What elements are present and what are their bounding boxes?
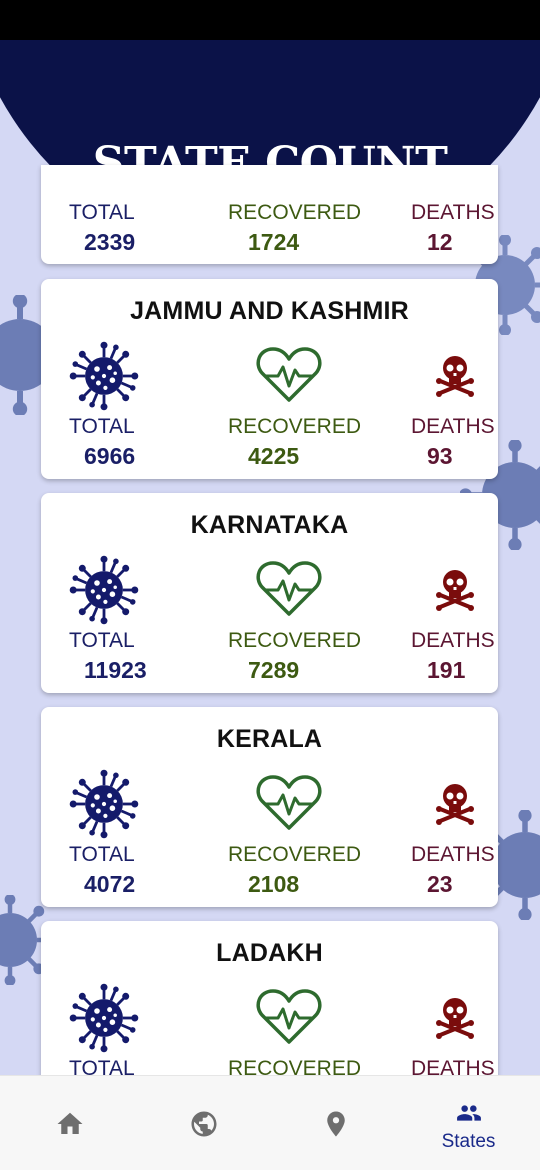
home-icon — [57, 1112, 83, 1134]
recovered-value: 7289 — [248, 657, 300, 683]
state-card[interactable]: LADAKH TOTAL RECOVERED DEATHS — [41, 921, 498, 1075]
globe-icon — [191, 1111, 217, 1137]
total-label: TOTAL — [69, 415, 135, 438]
virus-icon — [69, 769, 139, 839]
recovered-label: RECOVERED — [228, 843, 362, 866]
recovered-value: 4225 — [248, 443, 300, 469]
location-pin-icon — [327, 1111, 345, 1137]
total-value: 4072 — [84, 871, 136, 897]
people-icon — [457, 1105, 481, 1121]
deaths-label: DEATHS — [411, 843, 495, 866]
virus-icon — [69, 341, 139, 411]
total-value: 11923 — [84, 657, 147, 683]
state-card[interactable]: KARNATAKA TOTAL 11923 RECOVERED 7289 DEA… — [41, 493, 498, 693]
deaths-value: 23 — [427, 871, 453, 897]
state-card[interactable]: KERALA TOTAL 4072 RECOVERED 2108 DEATHS … — [41, 707, 498, 907]
nav-states-label: States — [441, 1131, 496, 1152]
deaths-label: DEATHS — [411, 1057, 495, 1075]
state-name: KERALA — [216, 725, 323, 753]
skull-crossbones-icon — [436, 356, 474, 397]
bottom-navigation: States — [0, 1075, 540, 1170]
deaths-label: DEATHS — [411, 201, 495, 224]
state-name: KARNATAKA — [190, 511, 349, 539]
state-name: LADAKH — [216, 939, 323, 967]
heart-pulse-icon — [256, 347, 322, 402]
recovered-label: RECOVERED — [228, 1057, 362, 1075]
state-list[interactable]: TOTAL 2339 RECOVERED 1724 DEATHS 12 JAMM… — [0, 40, 540, 1075]
recovered-value: 1724 — [248, 229, 300, 255]
heart-pulse-icon — [256, 775, 322, 830]
deaths-value: 191 — [427, 657, 466, 683]
state-card[interactable]: JAMMU AND KASHMIR TOTAL 6966 RECOVERED 4… — [41, 279, 498, 479]
total-label: TOTAL — [69, 843, 135, 866]
heart-pulse-icon — [256, 561, 322, 616]
recovered-label: RECOVERED — [228, 415, 362, 438]
total-value: 6966 — [84, 443, 136, 469]
virus-icon — [69, 555, 139, 625]
virus-icon — [69, 983, 139, 1053]
recovered-value: 2108 — [248, 871, 300, 897]
nav-home[interactable] — [2, 1076, 137, 1170]
nav-world[interactable] — [137, 1076, 272, 1170]
skull-crossbones-icon — [436, 570, 474, 611]
status-bar — [0, 0, 540, 40]
deaths-value: 93 — [427, 443, 453, 469]
total-label: TOTAL — [69, 201, 135, 224]
deaths-label: DEATHS — [411, 415, 495, 438]
state-card[interactable]: TOTAL 2339 RECOVERED 1724 DEATHS 12 — [41, 165, 498, 264]
deaths-label: DEATHS — [411, 629, 495, 652]
heart-pulse-icon — [256, 989, 322, 1044]
nav-states[interactable]: States — [401, 1076, 536, 1170]
skull-crossbones-icon — [436, 784, 474, 825]
skull-crossbones-icon — [436, 998, 474, 1039]
total-label: TOTAL — [69, 1057, 135, 1075]
recovered-label: RECOVERED — [228, 201, 362, 224]
state-name: JAMMU AND KASHMIR — [130, 297, 409, 325]
deaths-value: 12 — [427, 229, 453, 255]
nav-location[interactable] — [269, 1076, 404, 1170]
total-label: TOTAL — [69, 629, 135, 652]
total-value: 2339 — [84, 229, 136, 255]
recovered-label: RECOVERED — [228, 629, 362, 652]
